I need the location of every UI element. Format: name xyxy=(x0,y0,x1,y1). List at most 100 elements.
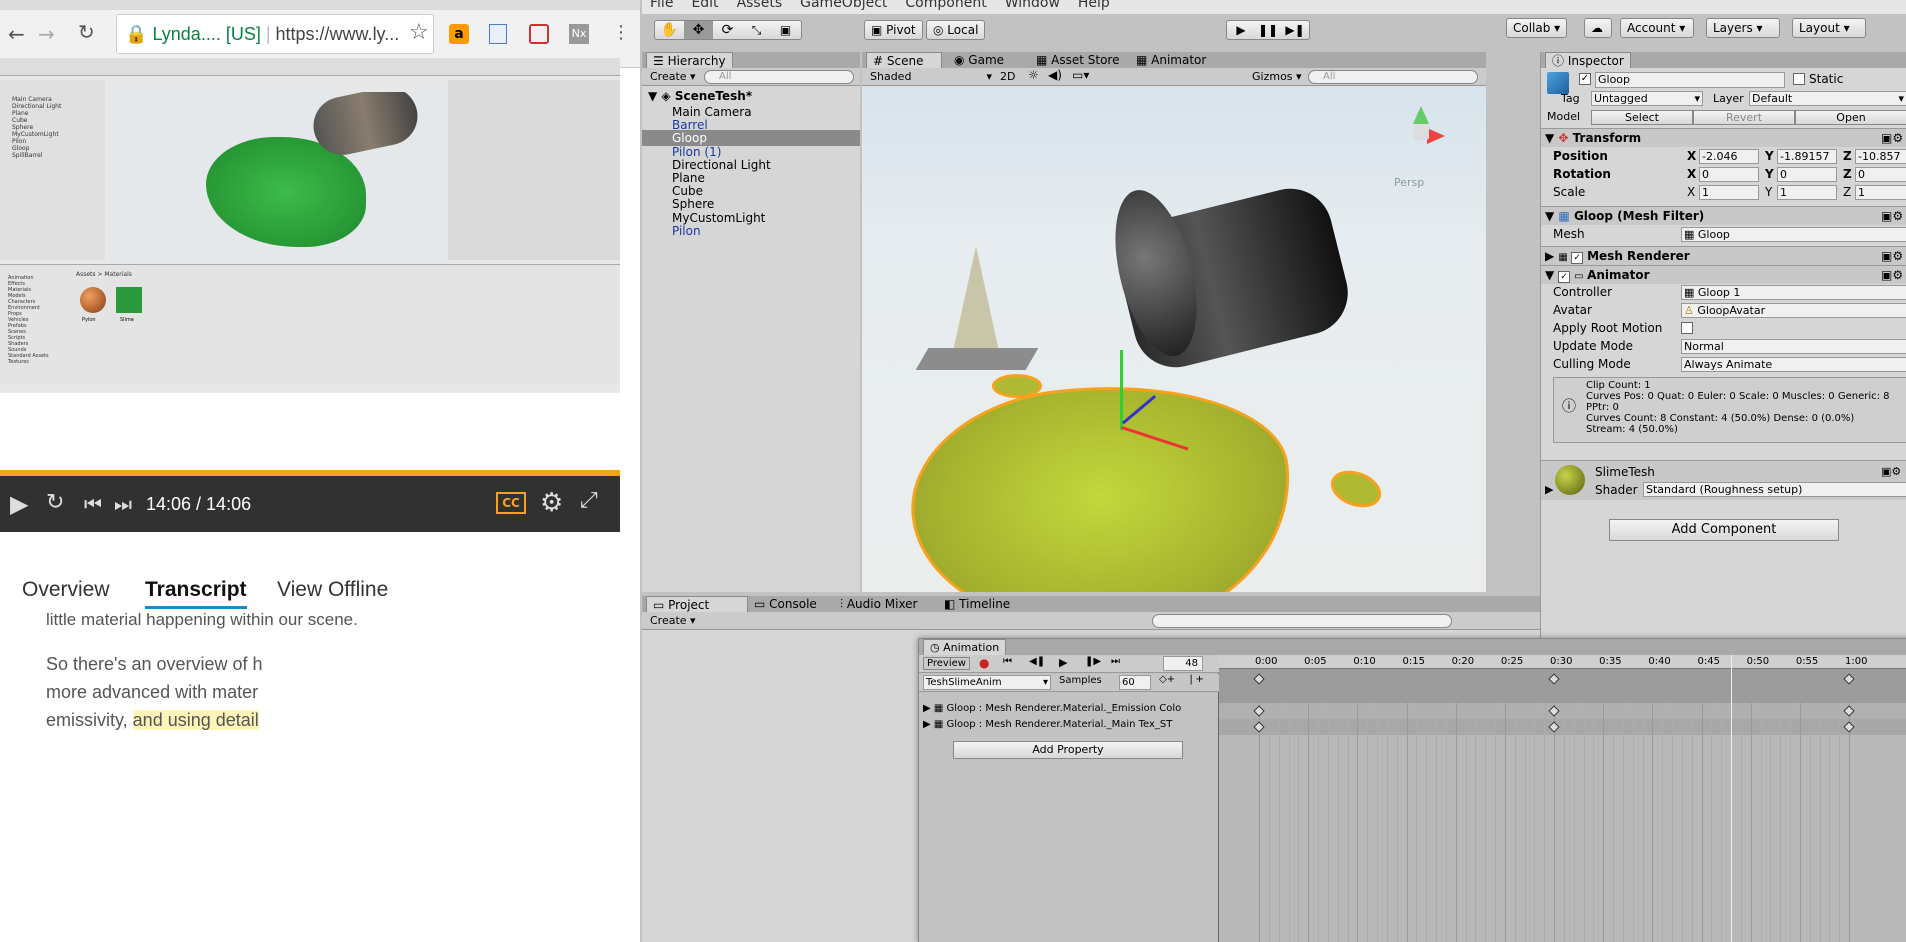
position-z-field[interactable]: -10.857 xyxy=(1855,149,1906,164)
add-component-button[interactable]: Add Component xyxy=(1609,519,1839,541)
apply-root-motion-checkbox[interactable] xyxy=(1681,322,1693,334)
back-icon[interactable]: ← xyxy=(8,22,25,46)
gloop-slime-mesh[interactable] xyxy=(900,366,1304,592)
transform-header[interactable]: ▼ ✥ Transform ▣⚙ xyxy=(1541,128,1906,147)
menu-help[interactable]: Help xyxy=(1078,0,1110,11)
docs-extension-icon[interactable] xyxy=(489,24,507,44)
menu-file[interactable]: File xyxy=(650,0,673,11)
active-checkbox[interactable]: ✓ xyxy=(1579,73,1591,85)
rotate-tool-icon[interactable]: ⟳ xyxy=(713,21,742,39)
lighting-toggle-icon[interactable]: ☼ xyxy=(1028,68,1039,82)
tab-project[interactable]: ▭ Project xyxy=(646,596,748,612)
foldout-arrow-icon[interactable]: ▼ xyxy=(1545,268,1554,282)
tab-transcript[interactable]: Transcript xyxy=(145,578,247,609)
account-dropdown[interactable]: Account ▾ xyxy=(1620,18,1694,38)
hand-tool-icon[interactable]: ✋ xyxy=(655,21,684,39)
mesh-renderer-header[interactable]: ▶ ▦ ✓ Mesh Renderer ▣⚙ xyxy=(1541,246,1906,265)
animator-enabled-checkbox[interactable]: ✓ xyxy=(1558,271,1570,283)
static-checkbox[interactable] xyxy=(1793,73,1805,85)
foldout-arrow-icon[interactable]: ▼ xyxy=(1545,131,1554,145)
frame-field[interactable]: 48 xyxy=(1163,656,1203,671)
project-search-input[interactable] xyxy=(1152,614,1452,628)
first-key-icon[interactable]: ⏮ xyxy=(1003,656,1012,667)
bookmark-star-icon[interactable]: ☆ xyxy=(409,20,429,45)
component-settings-icon[interactable]: ▣⚙ xyxy=(1881,465,1901,478)
address-bar[interactable]: 🔒 Lynda.... [US] | https://www.ly... xyxy=(116,14,434,54)
shader-dropdown[interactable]: Standard (Roughness setup) xyxy=(1643,482,1906,497)
amazon-extension-icon[interactable]: a xyxy=(449,24,469,44)
keyframe-diamond[interactable] xyxy=(1843,673,1855,685)
model-select-button[interactable]: Select xyxy=(1591,110,1693,125)
next-key-icon[interactable]: ❚▶ xyxy=(1085,656,1101,667)
position-y-field[interactable]: -1.89157 xyxy=(1777,149,1837,164)
add-keyframe-icon[interactable]: ◇+ xyxy=(1159,674,1175,685)
pause-button-icon[interactable]: ❚❚ xyxy=(1255,21,1282,39)
component-settings-icon[interactable]: ▣⚙ xyxy=(1881,207,1903,225)
model-open-button[interactable]: Open xyxy=(1795,110,1906,125)
gizmos-dropdown[interactable]: Gizmos ▾ xyxy=(1252,70,1302,83)
mesh-filter-header[interactable]: ▼ ▦ Gloop (Mesh Filter) ▣⚙ xyxy=(1541,206,1906,225)
hierarchy-create-button[interactable]: Create ▾ xyxy=(650,70,696,83)
property-row[interactable]: ▶ ▦ Gloop : Mesh Renderer.Material._Main… xyxy=(919,717,1219,733)
tag-dropdown[interactable]: Untagged ▾ xyxy=(1591,91,1703,106)
controller-field[interactable]: ▦ Gloop 1 xyxy=(1681,285,1906,300)
clip-dropdown[interactable]: TeshSlimeAnim ▾ xyxy=(923,675,1051,690)
component-settings-icon[interactable]: ▣⚙ xyxy=(1881,247,1903,265)
record-icon[interactable]: ● xyxy=(979,656,989,670)
scene-viewport[interactable]: Persp xyxy=(862,86,1486,592)
add-property-button[interactable]: Add Property xyxy=(953,741,1183,759)
rotation-x-field[interactable]: 0 xyxy=(1699,167,1759,182)
nx-extension-icon[interactable]: Nx xyxy=(569,24,589,44)
fullscreen-icon[interactable]: ⤢ xyxy=(580,488,598,513)
move-gizmo-y-axis[interactable] xyxy=(1120,350,1123,430)
move-tool-icon[interactable]: ✥ xyxy=(684,21,713,39)
object-name-field[interactable]: Gloop xyxy=(1595,72,1785,88)
tab-scene[interactable]: # Scene xyxy=(866,52,942,68)
play-icon[interactable]: ▶ xyxy=(10,490,28,518)
component-settings-icon[interactable]: ▣⚙ xyxy=(1881,266,1903,284)
preview-toggle[interactable]: Preview xyxy=(923,657,970,670)
tab-overview[interactable]: Overview xyxy=(22,578,110,602)
scene-root[interactable]: ▼ ◈ SceneTesh* xyxy=(642,88,860,104)
foldout-arrow-icon[interactable]: ▶ xyxy=(1545,249,1554,263)
audio-toggle-icon[interactable]: ◀) xyxy=(1048,68,1062,82)
reload-icon[interactable]: ↻ xyxy=(78,20,95,44)
menu-assets[interactable]: Assets xyxy=(737,0,783,11)
previous-icon[interactable]: ⏮ xyxy=(84,492,102,516)
project-create-button[interactable]: Create ▾ xyxy=(650,614,696,627)
browser-menu-icon[interactable]: ⋮ xyxy=(612,22,630,43)
tab-asset-store[interactable]: ▦ Asset Store xyxy=(1030,52,1126,68)
keyframe-diamond[interactable] xyxy=(1548,721,1560,733)
keyframe-diamond[interactable] xyxy=(1843,721,1855,733)
collab-dropdown[interactable]: Collab ▾ xyxy=(1506,18,1568,38)
animator-header[interactable]: ▼ ✓ ▭ Animator ▣⚙ xyxy=(1541,265,1906,284)
pivot-button[interactable]: ▣ Pivot xyxy=(864,20,923,40)
layout-dropdown[interactable]: Layout ▾ xyxy=(1792,18,1866,38)
mesh-field[interactable]: ▦ Gloop xyxy=(1681,227,1906,242)
tab-view-offline[interactable]: View Offline xyxy=(277,578,388,602)
settings-gear-icon[interactable]: ⚙ xyxy=(540,488,563,518)
tab-audio-mixer[interactable]: ⫶ Audio Mixer xyxy=(834,596,924,612)
play-button-icon[interactable]: ▶ xyxy=(1228,21,1255,39)
material-header[interactable]: SlimeTesh ▶ Shader Standard (Roughness s… xyxy=(1541,460,1906,500)
replay-icon[interactable]: ↻ xyxy=(46,490,64,515)
orientation-gizmo-icon[interactable] xyxy=(1397,106,1447,156)
step-button-icon[interactable]: ▶❚ xyxy=(1282,21,1309,39)
hierarchy-search-input[interactable]: All xyxy=(704,70,854,84)
position-x-field[interactable]: -2.046 xyxy=(1699,149,1759,164)
closed-captions-button[interactable]: CC xyxy=(496,492,526,514)
video-frame[interactable]: Main Camera Directional Light Plane Cube Sph… xyxy=(0,58,620,393)
effects-dropdown-icon[interactable]: ▭▾ xyxy=(1072,68,1089,82)
scale-y-field[interactable]: 1 xyxy=(1777,185,1837,200)
local-button[interactable]: ◎ Local xyxy=(926,20,986,40)
tab-animation[interactable]: ◷ Animation xyxy=(923,639,1007,655)
menu-component[interactable]: Component xyxy=(905,0,986,11)
keyframe-diamond[interactable] xyxy=(1253,721,1265,733)
property-row[interactable]: ▶ ▦ Gloop : Mesh Renderer.Material._Emis… xyxy=(919,701,1219,717)
keyframe-diamond[interactable] xyxy=(1548,673,1560,685)
expand-arrow-icon[interactable]: ▶ xyxy=(923,719,931,730)
layer-dropdown[interactable]: Default ▾ xyxy=(1749,91,1906,106)
keyframe-diamond[interactable] xyxy=(1253,673,1265,685)
menu-edit[interactable]: Edit xyxy=(691,0,718,11)
avatar-field[interactable]: ♙ GloopAvatar xyxy=(1681,303,1906,318)
